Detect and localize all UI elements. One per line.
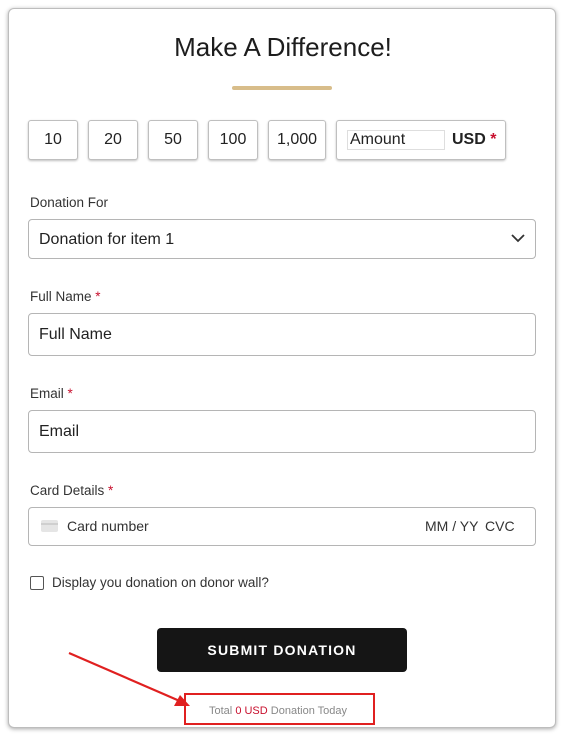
donation-total-text: Total 0 USD Donation Today bbox=[209, 705, 348, 717]
donation-total-amount: 0 USD bbox=[235, 705, 268, 717]
red-arrow-icon bbox=[68, 651, 190, 706]
